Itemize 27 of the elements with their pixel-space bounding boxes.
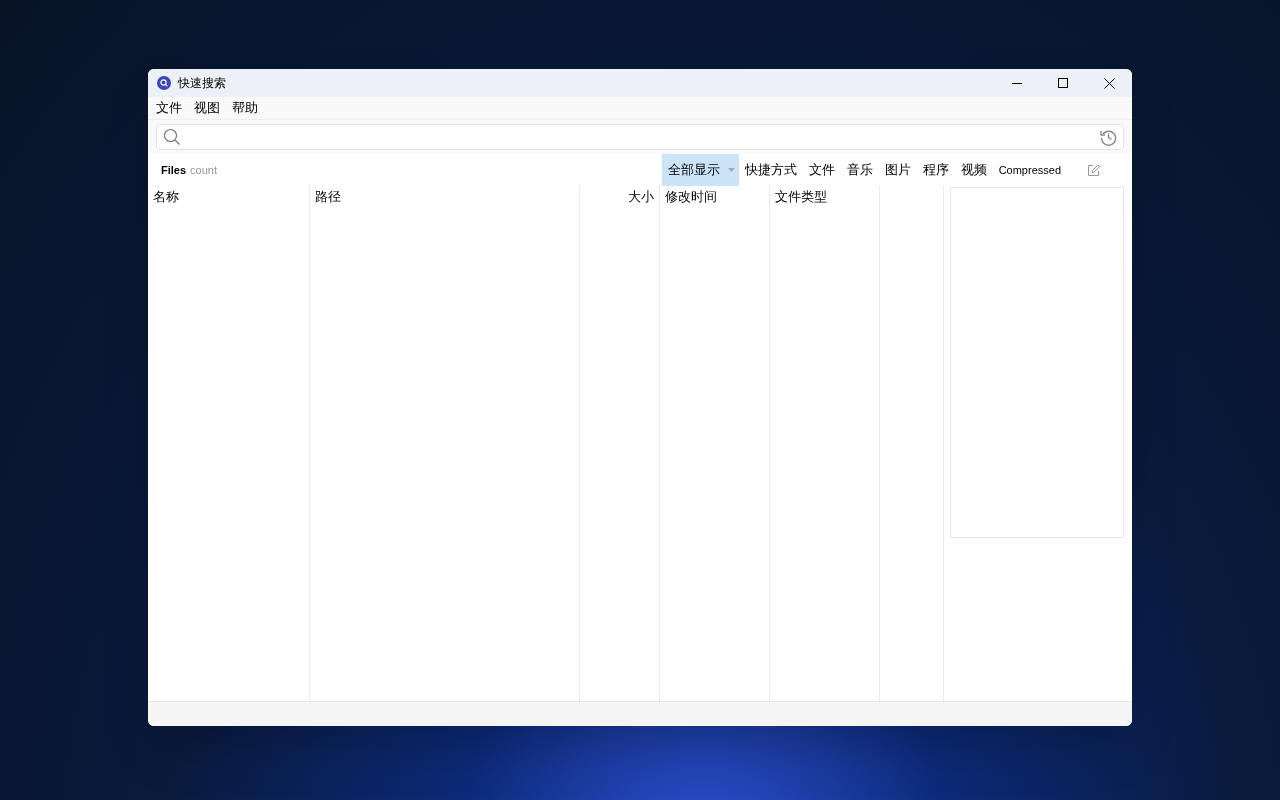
filter-tab[interactable]: 快捷方式 [738, 154, 803, 186]
column-header[interactable]: 路径 [310, 186, 579, 208]
search-icon [163, 128, 181, 146]
maximize-icon [1058, 78, 1068, 88]
results-count: count [190, 162, 217, 178]
filter-tab[interactable]: 图片 [878, 154, 917, 186]
history-icon[interactable] [1100, 128, 1117, 146]
search-field[interactable] [156, 124, 1124, 150]
minimize-icon [1012, 82, 1022, 84]
filter-tab[interactable]: 视频 [954, 154, 993, 186]
filter-tab[interactable]: 音乐 [840, 154, 879, 186]
close-icon [1103, 77, 1115, 89]
results-label: Files [161, 162, 187, 178]
column-header[interactable]: 修改时间 [660, 186, 769, 208]
window-title: 快速搜索 [178, 75, 226, 92]
column-header[interactable]: 名称 [148, 186, 309, 208]
filter-tab[interactable]: Compressed [992, 154, 1067, 186]
filter-tab[interactable]: 程序 [916, 154, 955, 186]
column-header[interactable]: 文件类型 [770, 186, 879, 208]
menu-item[interactable]: 视图 [189, 98, 225, 118]
menu-item[interactable]: 帮助 [227, 98, 263, 118]
edit-icon[interactable] [1087, 163, 1100, 177]
filter-tab[interactable]: 文件 [802, 154, 841, 186]
filter-tab[interactable]: 全部显示 [661, 154, 739, 186]
column-header[interactable]: 大小 [580, 186, 659, 208]
magnifier-logo-icon [157, 76, 171, 90]
menu-item[interactable]: 文件 [151, 98, 187, 118]
